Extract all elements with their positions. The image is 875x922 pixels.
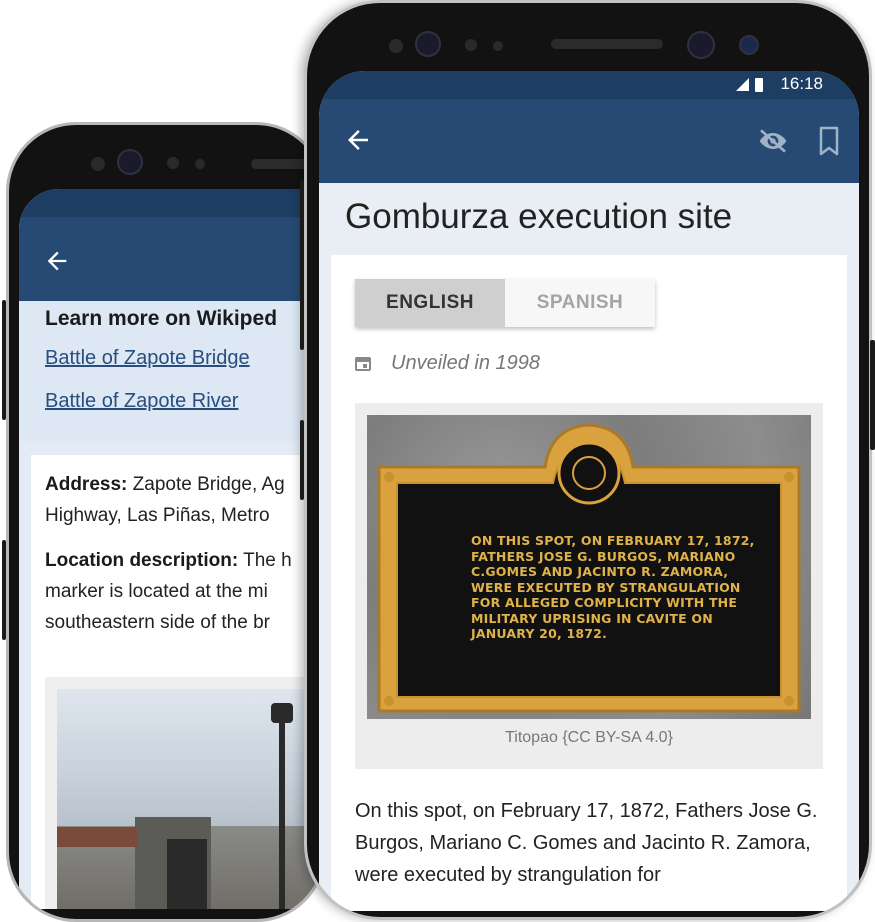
address-text: Zapote Bridge, Ag <box>132 474 285 495</box>
wikipedia-box: Learn more on Wikiped Battle of Zapote B… <box>19 301 323 441</box>
wiki-link-bridge[interactable]: Battle of Zapote Bridge <box>45 347 250 370</box>
plaque-line: WERE EXECUTED BY STRANGULATION <box>471 579 741 595</box>
roof <box>57 827 137 847</box>
status-time: 16:18 <box>780 74 823 93</box>
eye-off-icon[interactable] <box>757 125 789 157</box>
plaque-line: FATHERS JOSE G. BURGOS, MARIANO <box>471 548 736 564</box>
volume-button <box>300 180 304 350</box>
front-camera <box>117 149 143 175</box>
plaque-line: ON THIS SPOT, ON FEBRUARY 17, 1872, <box>471 533 755 548</box>
plaque-photo[interactable]: ON THIS SPOT, ON FEBRUARY 17, 1872, FATH… <box>367 415 811 719</box>
location-line-3: southeastern side of the br <box>45 612 270 633</box>
monument-plaque <box>167 839 207 909</box>
back-status-bar <box>19 189 323 217</box>
front-phone: 16:18 Gomburza execution site ENGLISH SP… <box>304 0 872 920</box>
language-english-button[interactable]: ENGLISH <box>355 279 505 327</box>
front-camera <box>687 31 715 59</box>
description-text: On this spot, on February 17, 1872, Fath… <box>355 800 818 886</box>
plaque-line: MILITARY UPRISING IN CAVITE ON <box>471 610 713 626</box>
earpiece-speaker <box>551 39 663 49</box>
location-text: The h <box>243 550 292 571</box>
lamp-head <box>271 703 293 723</box>
back-detail-card: Address: Zapote Bridge, Ag Highway, Las … <box>31 455 323 909</box>
front-camera <box>415 31 441 57</box>
photo-caption: Titopao {CC BY-SA 4.0} <box>505 729 673 746</box>
back-screen: Learn more on Wikiped Battle of Zapote B… <box>19 189 323 909</box>
plaque-line: C.GOMES AND JACINTO R. ZAMORA, <box>471 564 729 579</box>
address-label: Address: <box>45 474 128 495</box>
arrow-left-icon[interactable] <box>43 247 71 280</box>
photo-frame: ON THIS SPOT, ON FEBRUARY 17, 1872, FATH… <box>355 403 823 769</box>
calendar-icon <box>355 355 371 371</box>
back-photo-frame <box>45 677 323 909</box>
unveiled-date: Unveiled in 1998 <box>391 352 540 374</box>
plaque-line: FOR ALLEGED COMPLICITY WITH THE <box>471 595 738 610</box>
page-title: Gomburza execution site <box>345 197 733 236</box>
wiki-link-river[interactable]: Battle of Zapote River <box>45 390 238 413</box>
side-button <box>2 540 6 640</box>
plaque-line: JANUARY 20, 1872. <box>471 626 608 641</box>
language-toggle: ENGLISH SPANISH <box>355 279 655 327</box>
front-screen: 16:18 Gomburza execution site ENGLISH SP… <box>319 71 859 911</box>
address-line-2: Highway, Las Piñas, Metro <box>45 505 270 526</box>
bookmark-icon[interactable] <box>817 125 841 157</box>
language-spanish-button[interactable]: SPANISH <box>505 279 655 327</box>
location-line-2: marker is located at the mi <box>45 581 268 602</box>
detail-card: ENGLISH SPANISH Unveiled in 1998 ON THIS… <box>331 255 847 911</box>
app-bar <box>319 99 859 183</box>
battery-icon <box>755 78 763 92</box>
iris-sensor <box>739 35 759 55</box>
sensor-dot <box>389 39 403 53</box>
location-line-1: Location description: The h <box>45 545 292 576</box>
back-phone: Learn more on Wikiped Battle of Zapote B… <box>6 122 326 922</box>
location-label: Location description: <box>45 550 239 571</box>
sensor-dot <box>493 41 503 51</box>
site-photo[interactable] <box>57 689 323 909</box>
status-bar: 16:18 <box>319 71 859 99</box>
sensor-dot <box>167 157 179 169</box>
lamp-post <box>279 709 285 909</box>
sensor-dot <box>91 157 105 171</box>
address-line-1: Address: Zapote Bridge, Ag <box>45 469 285 500</box>
plaque-inscription: ON THIS SPOT, ON FEBRUARY 17, 1872, FATH… <box>471 533 755 642</box>
signal-icon <box>736 78 749 91</box>
power-button <box>870 340 875 450</box>
arrow-left-icon[interactable] <box>343 125 373 161</box>
back-app-bar <box>19 217 323 301</box>
sensor-dot <box>195 159 205 169</box>
wikipedia-heading: Learn more on Wikiped <box>45 307 278 330</box>
sensor-dot <box>465 39 477 51</box>
side-button <box>2 300 6 420</box>
power-button <box>300 420 304 500</box>
